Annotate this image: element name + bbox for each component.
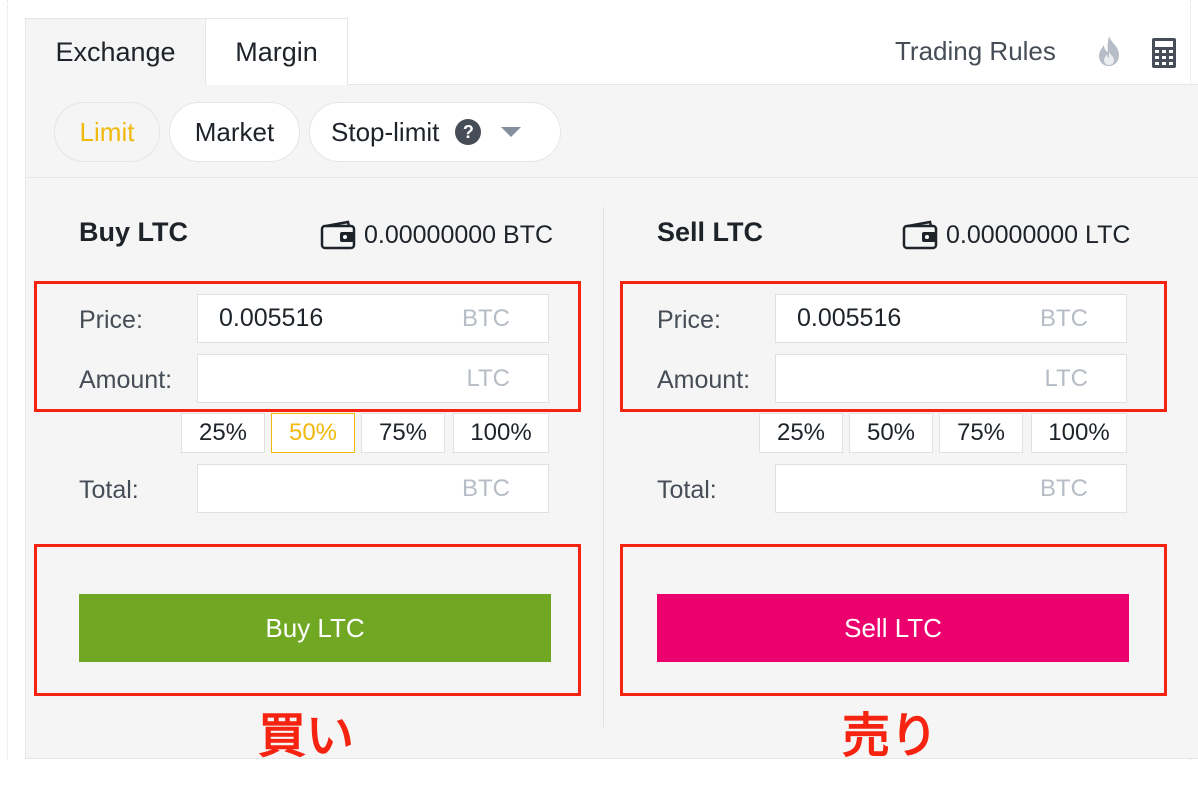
sell-total-unit: BTC — [1040, 474, 1088, 502]
buy-pct-50[interactable]: 50% — [271, 413, 355, 453]
sell-pct-75[interactable]: 75% — [939, 413, 1023, 453]
calculator-icon[interactable] — [1151, 37, 1177, 69]
sell-button-highlight — [620, 544, 1167, 696]
fire-icon[interactable] — [1092, 34, 1126, 68]
sell-balance: 0.00000000 LTC — [902, 217, 1130, 253]
sell-pct-100[interactable]: 100% — [1031, 413, 1127, 453]
buy-pct-100[interactable]: 100% — [453, 413, 549, 453]
buy-pct-25[interactable]: 25% — [181, 413, 265, 453]
wallet-icon — [902, 220, 938, 250]
sell-annotation: 売り — [842, 708, 939, 764]
trading-rules-link[interactable]: Trading Rules — [895, 18, 1056, 85]
buy-balance: 0.00000000 BTC — [320, 217, 553, 253]
sell-balance-value: 0.00000000 LTC — [946, 220, 1131, 249]
wallet-icon — [320, 220, 356, 250]
buy-total-input[interactable]: BTC — [197, 464, 549, 513]
sell-total-label: Total: — [657, 476, 717, 504]
buy-title: Buy LTC — [79, 217, 188, 247]
left-gutter — [0, 0, 8, 760]
tab-margin[interactable]: Margin — [206, 18, 348, 85]
sell-inputs-highlight — [620, 281, 1167, 412]
sell-pct-50[interactable]: 50% — [849, 413, 933, 453]
buy-annotation: 買い — [258, 708, 355, 764]
sell-title: Sell LTC — [657, 217, 764, 247]
buy-total-label: Total: — [79, 476, 139, 504]
buy-inputs-highlight — [34, 281, 581, 412]
buy-total-unit: BTC — [462, 474, 510, 502]
buy-pct-75[interactable]: 75% — [361, 413, 445, 453]
tab-exchange[interactable]: Exchange — [25, 18, 206, 85]
sell-pct-25[interactable]: 25% — [759, 413, 843, 453]
sell-total-input[interactable]: BTC — [775, 464, 1127, 513]
buy-balance-value: 0.00000000 BTC — [364, 220, 554, 249]
buy-button-highlight — [34, 544, 581, 696]
